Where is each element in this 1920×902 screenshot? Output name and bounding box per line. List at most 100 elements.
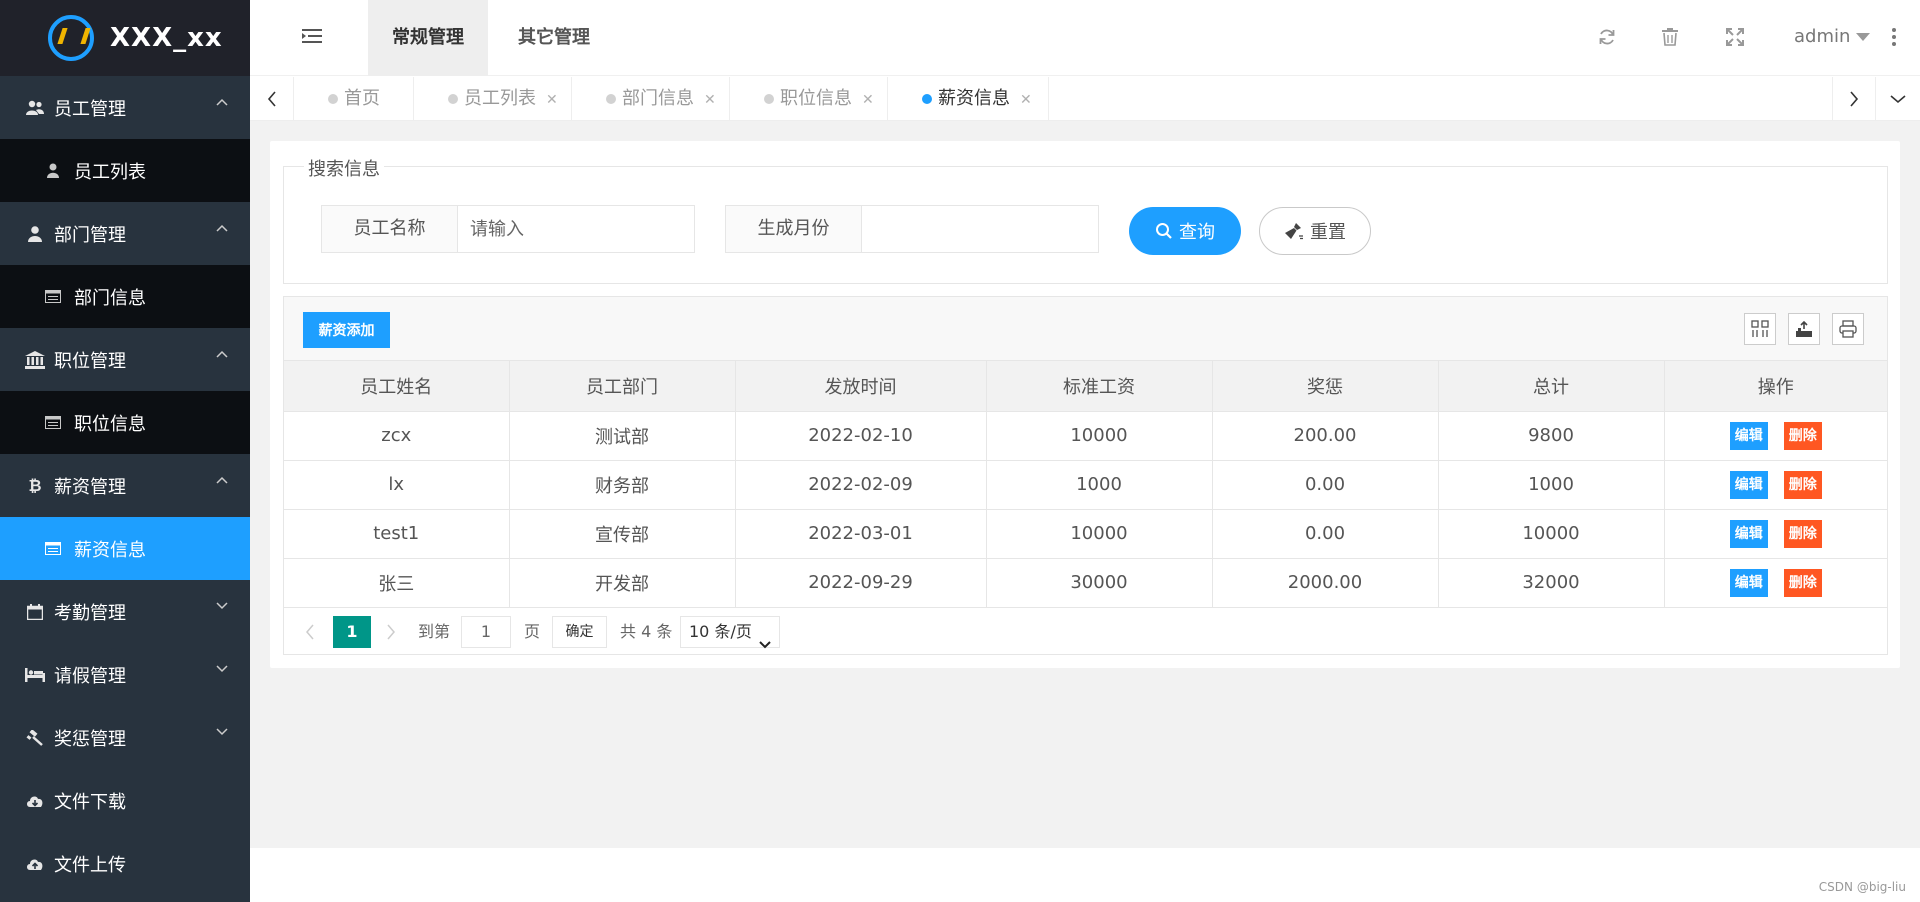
page-tab-label: 员工列表 bbox=[464, 88, 536, 109]
table-row[interactable]: lx 财务部 2022-02-09 1000 0.00 1000 编辑 删除 bbox=[284, 460, 1887, 510]
sidebar-item-label: 员工列表 bbox=[74, 161, 146, 183]
cell-date: 2022-02-09 bbox=[735, 460, 987, 510]
table-row[interactable]: zcx 测试部 2022-02-10 10000 200.00 9800 编辑删… bbox=[284, 411, 1887, 461]
search-icon bbox=[1155, 222, 1173, 240]
tab-dot bbox=[448, 94, 458, 104]
fullscreen-icon[interactable] bbox=[1726, 28, 1746, 48]
goto-suffix: 页 bbox=[524, 621, 541, 641]
sidebar-item-employee-list[interactable]: 员工列表 bbox=[0, 139, 250, 202]
columns-filter-icon[interactable] bbox=[1744, 313, 1776, 345]
trash-icon[interactable] bbox=[1662, 28, 1682, 48]
close-icon[interactable]: ✕ bbox=[862, 92, 874, 108]
cell-bonus: 0.00 bbox=[1212, 509, 1439, 559]
tabs-scroll-right-icon[interactable] bbox=[1832, 77, 1876, 121]
list-icon bbox=[44, 542, 62, 555]
page-tab-bar: 首页 员工列表 ✕ 部门信息 ✕ 职位信息 ✕ 薪资信息 ✕ bbox=[250, 77, 1920, 121]
goto-prefix: 到第 bbox=[418, 621, 451, 641]
column-header[interactable]: 奖惩 bbox=[1212, 361, 1439, 412]
column-header: 操作 bbox=[1664, 361, 1887, 412]
logo-icon bbox=[48, 15, 94, 61]
search-button[interactable]: 查询 bbox=[1129, 207, 1241, 255]
edit-button[interactable]: 编辑 bbox=[1729, 470, 1768, 499]
cell-base-salary: 30000 bbox=[986, 558, 1213, 608]
sidebar-group-salary[interactable]: ₿ 薪资管理 bbox=[0, 454, 250, 517]
tab-general-management[interactable]: 常规管理 bbox=[368, 0, 488, 76]
goto-confirm-button[interactable]: 确定 bbox=[552, 615, 607, 648]
user-menu[interactable]: admin bbox=[1794, 26, 1871, 47]
delete-button[interactable]: 删除 bbox=[1783, 568, 1822, 597]
caret-down-icon bbox=[1856, 33, 1871, 41]
column-header[interactable]: 发放时间 bbox=[735, 361, 987, 412]
delete-button[interactable]: 删除 bbox=[1783, 519, 1822, 548]
cell-date: 2022-09-29 bbox=[735, 558, 987, 608]
month-input[interactable] bbox=[862, 206, 1098, 252]
cell-total: 32000 bbox=[1438, 558, 1665, 608]
logo[interactable]: XXX_xx bbox=[0, 0, 250, 76]
page-size-select[interactable]: 10 条/页 bbox=[680, 615, 780, 648]
page-tab-label: 部门信息 bbox=[622, 88, 694, 109]
export-icon[interactable] bbox=[1788, 313, 1820, 345]
sidebar-group-attendance[interactable]: 考勤管理 bbox=[0, 580, 250, 643]
page-tab-salary-info[interactable]: 薪资信息 ✕ bbox=[888, 77, 1049, 121]
close-icon[interactable]: ✕ bbox=[546, 92, 558, 108]
menu-fold-icon[interactable] bbox=[302, 28, 322, 48]
edit-button[interactable]: 编辑 bbox=[1729, 519, 1768, 548]
broom-icon bbox=[1284, 222, 1304, 240]
column-header[interactable]: 标准工资 bbox=[986, 361, 1213, 412]
column-header[interactable]: 员工姓名 bbox=[284, 361, 510, 412]
more-vertical-icon[interactable] bbox=[1892, 28, 1896, 49]
close-icon[interactable]: ✕ bbox=[1020, 92, 1032, 108]
page-tab-employee-list[interactable]: 员工列表 ✕ bbox=[414, 77, 572, 121]
user-icon bbox=[44, 163, 62, 178]
table-row[interactable]: 张三 开发部 2022-09-29 30000 2000.00 32000 编辑… bbox=[284, 558, 1887, 608]
employee-name-input[interactable] bbox=[458, 206, 694, 252]
chevron-down-icon bbox=[216, 602, 228, 614]
refresh-icon[interactable] bbox=[1598, 28, 1618, 48]
column-header[interactable]: 总计 bbox=[1438, 361, 1665, 412]
sidebar-group-employee[interactable]: 员工管理 bbox=[0, 76, 250, 139]
sidebar-item-file-upload[interactable]: 文件上传 bbox=[0, 832, 250, 895]
sidebar-item-label: 职位信息 bbox=[74, 413, 146, 435]
bed-icon bbox=[24, 667, 46, 682]
sidebar-item-file-download[interactable]: 文件下载 bbox=[0, 769, 250, 832]
column-header[interactable]: 员工部门 bbox=[509, 361, 736, 412]
print-icon[interactable] bbox=[1832, 313, 1864, 345]
edit-button[interactable]: 编辑 bbox=[1729, 568, 1768, 597]
table-row[interactable]: test1 宣传部 2022-03-01 10000 0.00 10000 编辑… bbox=[284, 509, 1887, 559]
sidebar-group-leave[interactable]: 请假管理 bbox=[0, 643, 250, 706]
page-tab-department-info[interactable]: 部门信息 ✕ bbox=[572, 77, 730, 121]
add-salary-button[interactable]: 薪资添加 bbox=[303, 312, 390, 348]
sidebar-item-position-info[interactable]: 职位信息 bbox=[0, 391, 250, 454]
page-current[interactable]: 1 bbox=[333, 615, 371, 648]
page-next-icon[interactable] bbox=[381, 616, 401, 648]
sidebar-group-reward[interactable]: 奖惩管理 bbox=[0, 706, 250, 769]
sidebar-group-label: 奖惩管理 bbox=[54, 728, 126, 750]
page-tab-position-info[interactable]: 职位信息 ✕ bbox=[730, 77, 888, 121]
close-icon[interactable]: ✕ bbox=[704, 92, 716, 108]
cell-date: 2022-02-10 bbox=[735, 411, 987, 461]
sidebar-item-label: 薪资信息 bbox=[74, 539, 146, 561]
page-prev-icon[interactable] bbox=[300, 616, 320, 648]
reset-button[interactable]: 重置 bbox=[1259, 207, 1371, 255]
delete-button[interactable]: 删除 bbox=[1783, 421, 1822, 450]
page-tab-home[interactable]: 首页 bbox=[294, 77, 414, 121]
sidebar-item-department-info[interactable]: 部门信息 bbox=[0, 265, 250, 328]
sidebar-item-salary-info[interactable]: 薪资信息 bbox=[0, 517, 250, 580]
tabs-scroll-left-icon[interactable] bbox=[250, 77, 294, 121]
sidebar-group-label: 员工管理 bbox=[54, 98, 126, 120]
sidebar-group-position[interactable]: 职位管理 bbox=[0, 328, 250, 391]
cloud-download-icon bbox=[24, 794, 46, 808]
cell-department: 测试部 bbox=[509, 411, 736, 461]
edit-button[interactable]: 编辑 bbox=[1729, 421, 1768, 450]
delete-button[interactable]: 删除 bbox=[1783, 470, 1822, 499]
cell-date: 2022-03-01 bbox=[735, 509, 987, 559]
cell-bonus: 2000.00 bbox=[1212, 558, 1439, 608]
user-icon bbox=[24, 225, 46, 242]
sidebar-group-department[interactable]: 部门管理 bbox=[0, 202, 250, 265]
goto-page-input[interactable]: 1 bbox=[461, 615, 511, 648]
tabs-menu-chevron-down-icon[interactable] bbox=[1876, 77, 1920, 121]
tab-other-management[interactable]: 其它管理 bbox=[494, 0, 614, 76]
chevron-down-icon bbox=[759, 629, 771, 659]
cell-actions: 编辑 删除 bbox=[1664, 509, 1887, 559]
sidebar-item-label: 文件上传 bbox=[54, 854, 126, 876]
